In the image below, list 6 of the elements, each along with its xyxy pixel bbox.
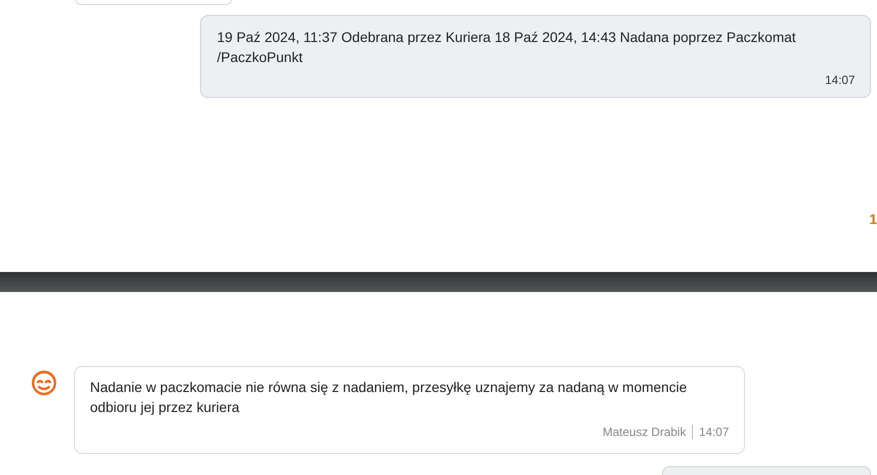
message-time: 14:07: [698, 424, 729, 441]
message-author: Mateusz Drabik: [602, 424, 686, 441]
message-text: 19 Paź 2024, 11:37 Odebrana przez Kuriera 18 Paź 2024, 14:43 Nadana poprzez Paczkomat /PaczkoPunkt: [217, 28, 797, 67]
counter-text: 1: [869, 210, 877, 229]
message-time: 14:07: [824, 72, 855, 89]
message-text: Nadanie w paczkomacie nie równa się z nadaniem, przesyłkę uznajemy za nadaną w momencie odbioru jej przez kuriera: [90, 378, 688, 417]
